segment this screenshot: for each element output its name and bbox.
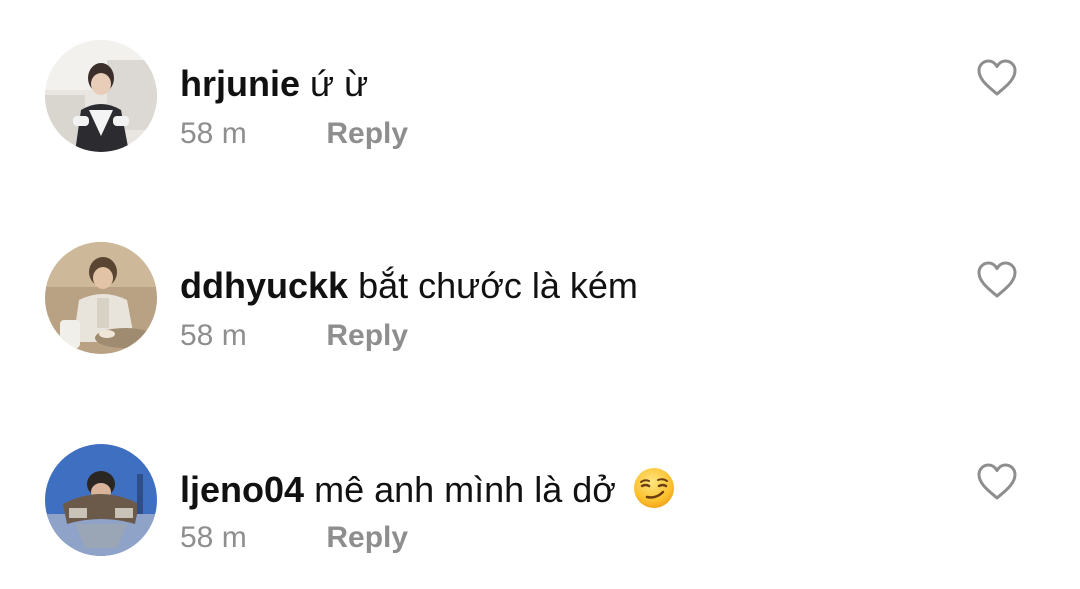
comment-item: hrjunie ứ ừ 58 m Reply [0, 28, 1080, 168]
reply-button[interactable]: Reply [326, 521, 408, 554]
comment-text: ứ ừ [310, 63, 369, 104]
comment-item: ljeno04 mê anh mình là dở 58 m Reply [0, 432, 1080, 572]
smirking-face-emoji [633, 468, 674, 508]
comment-line: hrjunie ứ ừ [180, 62, 368, 106]
comment-meta: 58 m Reply [180, 518, 408, 558]
avatar-photo [45, 40, 157, 152]
comment-item: ddhyuckk bắt chước là kém 58 m Reply [0, 230, 1080, 370]
heart-outline-icon[interactable] [976, 58, 1018, 98]
comment-line: ddhyuckk bắt chước là kém [180, 264, 638, 308]
comment-timestamp: 58 m [180, 319, 247, 352]
avatar[interactable] [45, 40, 157, 152]
comment-username[interactable]: hrjunie [180, 63, 300, 104]
comment-timestamp: 58 m [180, 117, 247, 150]
avatar[interactable] [45, 242, 157, 354]
reply-button[interactable]: Reply [326, 319, 408, 352]
comment-line: ljeno04 mê anh mình là dở [180, 466, 676, 512]
comment-username[interactable]: ljeno04 [180, 469, 304, 510]
comment-meta: 58 m Reply [180, 114, 408, 154]
heart-outline-icon[interactable] [976, 260, 1018, 300]
heart-outline-icon[interactable] [976, 462, 1018, 502]
avatar[interactable] [45, 444, 157, 556]
comment-username[interactable]: ddhyuckk [180, 265, 348, 306]
comment-meta: 58 m Reply [180, 316, 408, 356]
reply-button[interactable]: Reply [326, 117, 408, 150]
comment-timestamp: 58 m [180, 521, 247, 554]
avatar-photo [45, 242, 157, 354]
comment-text: mê anh mình là dở [314, 469, 616, 510]
comment-text: bắt chước là kém [358, 265, 638, 306]
avatar-photo [45, 444, 157, 556]
